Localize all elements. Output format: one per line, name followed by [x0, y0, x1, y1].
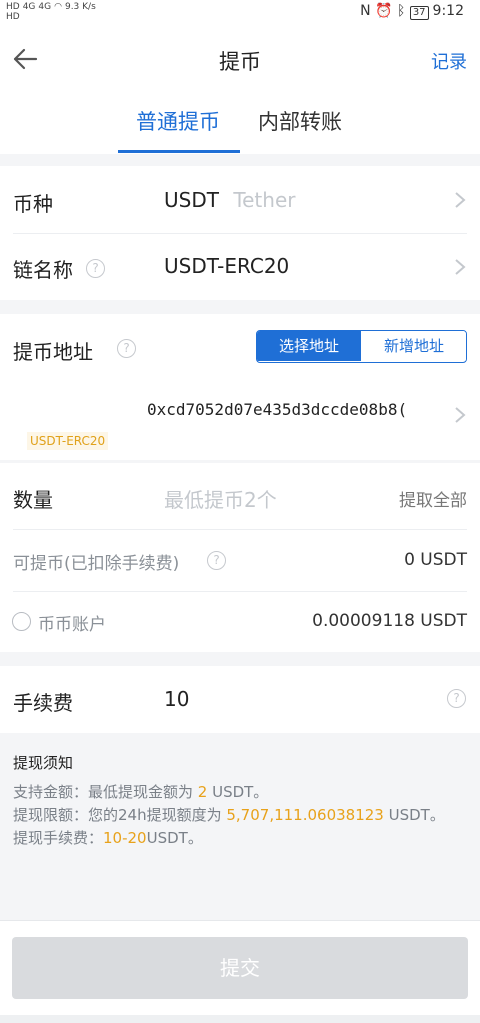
help-icon[interactable]: ?: [117, 339, 136, 358]
hd-indicator-2: HD: [6, 12, 20, 22]
withdraw-notice: 提现须知 支持金额：最低提现金额为 2 USDT。 提现限额：您的24h提现额度…: [0, 733, 480, 920]
address-input[interactable]: 0xcd7052d07e435d3dccde08b8(: [147, 400, 437, 419]
notice-fee: 提现手续费：10-20USDT。: [13, 829, 203, 847]
address-segment: 选择地址 新增地址: [256, 330, 467, 363]
alarm-icon: ⏰: [375, 3, 393, 19]
coin-card: 币种 USDT Tether 链名称 ? USDT-ERC20: [0, 166, 480, 300]
amount-input[interactable]: 最低提币2个: [164, 484, 277, 513]
notice-min-amount: 支持金额：最低提现金额为 2 USDT。: [13, 783, 269, 801]
available-value: 0 USDT: [404, 550, 467, 570]
wifi-icon: ◠: [54, 2, 62, 12]
net-speed: 9.3 K/s: [64, 2, 96, 12]
withdraw-all-button[interactable]: 提取全部: [399, 486, 467, 511]
chain-value: USDT-ERC20: [164, 254, 290, 278]
notice-limit: 提现限额：您的24h提现额度为 5,707,111.06038123 USDT。: [13, 806, 445, 824]
page-title: 提币: [219, 50, 261, 74]
clock: 9:12: [432, 3, 464, 19]
fee-value: 10: [164, 687, 190, 711]
fee-card: 手续费 10 ?: [0, 666, 480, 733]
account-radio[interactable]: [12, 612, 31, 631]
tab-normal-withdraw[interactable]: 普通提币: [136, 106, 220, 136]
hd-indicator: HD: [6, 2, 20, 12]
battery-level: 37: [409, 6, 429, 20]
account-value: 0.00009118 USDT: [312, 611, 467, 631]
home-indicator: [0, 1015, 480, 1023]
coin-label: 币种: [13, 192, 53, 216]
coin-row[interactable]: 币种 USDT Tether: [0, 166, 480, 233]
record-link[interactable]: 记录: [431, 48, 467, 74]
notice-title: 提现须知: [13, 754, 74, 772]
amount-card: 数量 最低提币2个 提取全部 可提币(已扣除手续费) ? 0 USDT 币币账户…: [0, 463, 480, 652]
available-label: 可提币(已扣除手续费): [13, 554, 180, 574]
nfc-icon: N: [360, 3, 371, 19]
divider: [13, 529, 467, 530]
chain-tag: USDT-ERC20: [27, 432, 109, 450]
submit-button[interactable]: 提交: [12, 937, 468, 999]
coin-symbol: USDT: [164, 188, 219, 212]
select-address-button[interactable]: 选择地址: [257, 331, 361, 361]
bluetooth-icon: ᛒ: [396, 3, 406, 19]
tab-active-indicator: [118, 150, 240, 153]
bottom-bar: 提交: [0, 920, 480, 1023]
status-bar: HD 4G 4G ◠ 9.3 K/s HD N ⏰ ᛒ 37 9:12: [0, 0, 480, 26]
chain-row[interactable]: 链名称 ? USDT-ERC20: [0, 234, 480, 300]
status-right: N ⏰ ᛒ 37 9:12: [360, 3, 464, 20]
address-card: 提币地址 ? 选择地址 新增地址 0xcd7052d07e435d3dccde0…: [0, 314, 480, 460]
status-left: HD 4G 4G ◠ 9.3 K/s HD: [6, 2, 99, 22]
amount-label: 数量: [13, 488, 53, 512]
signal-4g: 4G: [22, 2, 36, 12]
coin-name: Tether: [233, 188, 296, 212]
tab-internal-transfer[interactable]: 内部转账: [258, 106, 342, 136]
chevron-right-icon: [455, 192, 466, 208]
address-label: 提币地址: [13, 340, 93, 364]
chevron-right-icon[interactable]: [454, 406, 466, 424]
help-icon[interactable]: ?: [207, 551, 226, 570]
nav-bar: 提币 记录: [0, 26, 480, 94]
coin-value: USDT Tether: [164, 188, 295, 212]
chevron-right-icon: [455, 259, 466, 275]
add-address-button[interactable]: 新增地址: [362, 331, 466, 361]
tab-bar: 普通提币 内部转账: [0, 94, 480, 154]
help-icon[interactable]: ?: [447, 689, 466, 708]
fee-label: 手续费: [13, 691, 73, 715]
signal-4g-2: 4G: [38, 2, 52, 12]
account-label: 币币账户: [38, 615, 106, 635]
chain-label: 链名称: [13, 258, 73, 282]
help-icon[interactable]: ?: [86, 259, 105, 278]
divider: [13, 591, 467, 592]
